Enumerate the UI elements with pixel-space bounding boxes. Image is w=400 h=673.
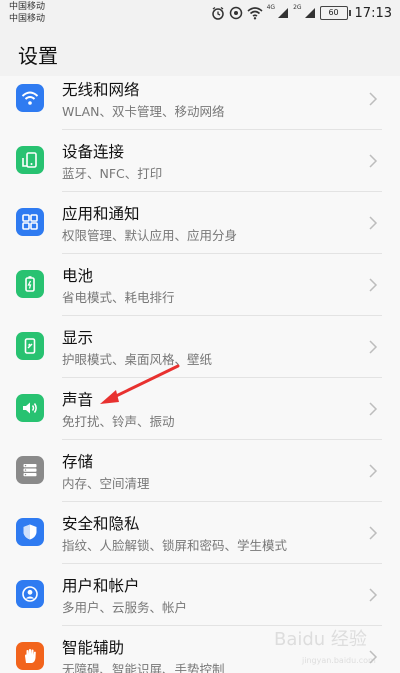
- storage-icon: [16, 456, 44, 484]
- item-label: 电池: [62, 267, 94, 285]
- chevron-right-icon: [369, 340, 378, 354]
- item-subtitle: 指纹、人脸解锁、锁屏和密码、学生模式: [62, 538, 288, 553]
- item-label: 智能辅助: [62, 639, 125, 657]
- chevron-right-icon: [369, 402, 378, 416]
- chevron-right-icon: [369, 278, 378, 292]
- item-label: 显示: [62, 329, 94, 347]
- wifi-icon: [16, 84, 44, 112]
- sound-icon: [16, 394, 44, 422]
- item-label: 声音: [62, 391, 94, 409]
- settings-list[interactable]: 无线和网络 WLAN、双卡管理、移动网络 设备连接 蓝牙、NFC、打印 应用和通…: [0, 76, 400, 673]
- user-icon: [16, 580, 44, 608]
- item-subtitle: 多用户、云服务、帐户: [62, 600, 188, 615]
- device-connect-icon: [16, 146, 44, 174]
- item-subtitle: 护眼模式、桌面风格、壁纸: [62, 352, 213, 367]
- status-bar: 中国移动 中国移动 4G 2G 60 17:13: [0, 0, 400, 30]
- page-title: 设置: [18, 44, 58, 68]
- item-subtitle: 蓝牙、NFC、打印: [62, 166, 163, 181]
- item-subtitle: 无障碍、智能识屏、手势控制: [62, 662, 225, 673]
- item-subtitle: 免打扰、铃声、振动: [62, 414, 175, 429]
- settings-item-battery[interactable]: 电池 省电模式、耗电排行: [0, 254, 400, 316]
- baidu-jingyan-watermark-icon: Baidu 经验 jingyan.baidu.com: [274, 629, 376, 665]
- signal-1-type: 4G: [266, 4, 276, 11]
- signal-1-icon: [277, 7, 289, 19]
- item-label: 应用和通知: [62, 205, 140, 223]
- settings-item-storage[interactable]: 存储 内存、空间清理: [0, 440, 400, 502]
- hand-icon: [16, 642, 44, 670]
- item-subtitle: WLAN、双卡管理、移动网络: [62, 104, 225, 119]
- settings-item-display[interactable]: 显示 护眼模式、桌面风格、壁纸: [0, 316, 400, 378]
- chevron-right-icon: [369, 588, 378, 602]
- alarm-icon: [211, 6, 225, 20]
- item-label: 无线和网络: [62, 81, 140, 99]
- carrier-2-label: 中国移动: [9, 14, 46, 24]
- battery-indicator: 60: [319, 6, 351, 20]
- wifi-status-icon: [247, 6, 263, 20]
- chevron-right-icon: [369, 526, 378, 540]
- watermark-url: jingyan.baidu.com: [301, 656, 376, 665]
- item-label: 用户和帐户: [62, 577, 140, 595]
- settings-item-sound[interactable]: 声音 免打扰、铃声、振动: [0, 378, 400, 440]
- vibrate-icon: [229, 6, 243, 20]
- battery-icon: [16, 270, 44, 298]
- item-subtitle: 内存、空间清理: [62, 476, 150, 491]
- settings-item-device-connection[interactable]: 设备连接 蓝牙、NFC、打印: [0, 130, 400, 192]
- chevron-right-icon: [369, 216, 378, 230]
- item-subtitle: 权限管理、默认应用、应用分身: [62, 228, 238, 243]
- shield-icon: [16, 518, 44, 546]
- settings-item-wireless-network[interactable]: 无线和网络 WLAN、双卡管理、移动网络: [0, 76, 400, 130]
- item-label: 安全和隐私: [62, 515, 140, 533]
- signal-2-type: 2G: [293, 4, 302, 11]
- clock: 17:13: [354, 5, 392, 21]
- carrier-1-label: 中国移动: [9, 2, 46, 12]
- chevron-right-icon: [369, 464, 378, 478]
- apps-icon: [16, 208, 44, 236]
- display-icon: [16, 332, 44, 360]
- chevron-right-icon: [369, 154, 378, 168]
- settings-item-apps-notifications[interactable]: 应用和通知 权限管理、默认应用、应用分身: [0, 192, 400, 254]
- signal-2-icon: [304, 7, 316, 19]
- item-subtitle: 省电模式、耗电排行: [62, 290, 175, 305]
- item-label: 设备连接: [62, 143, 125, 161]
- item-label: 存储: [62, 453, 94, 471]
- chevron-right-icon: [369, 92, 378, 106]
- watermark-text: Baidu 经验: [274, 629, 367, 650]
- settings-item-security-privacy[interactable]: 安全和隐私 指纹、人脸解锁、锁屏和密码、学生模式: [0, 502, 400, 564]
